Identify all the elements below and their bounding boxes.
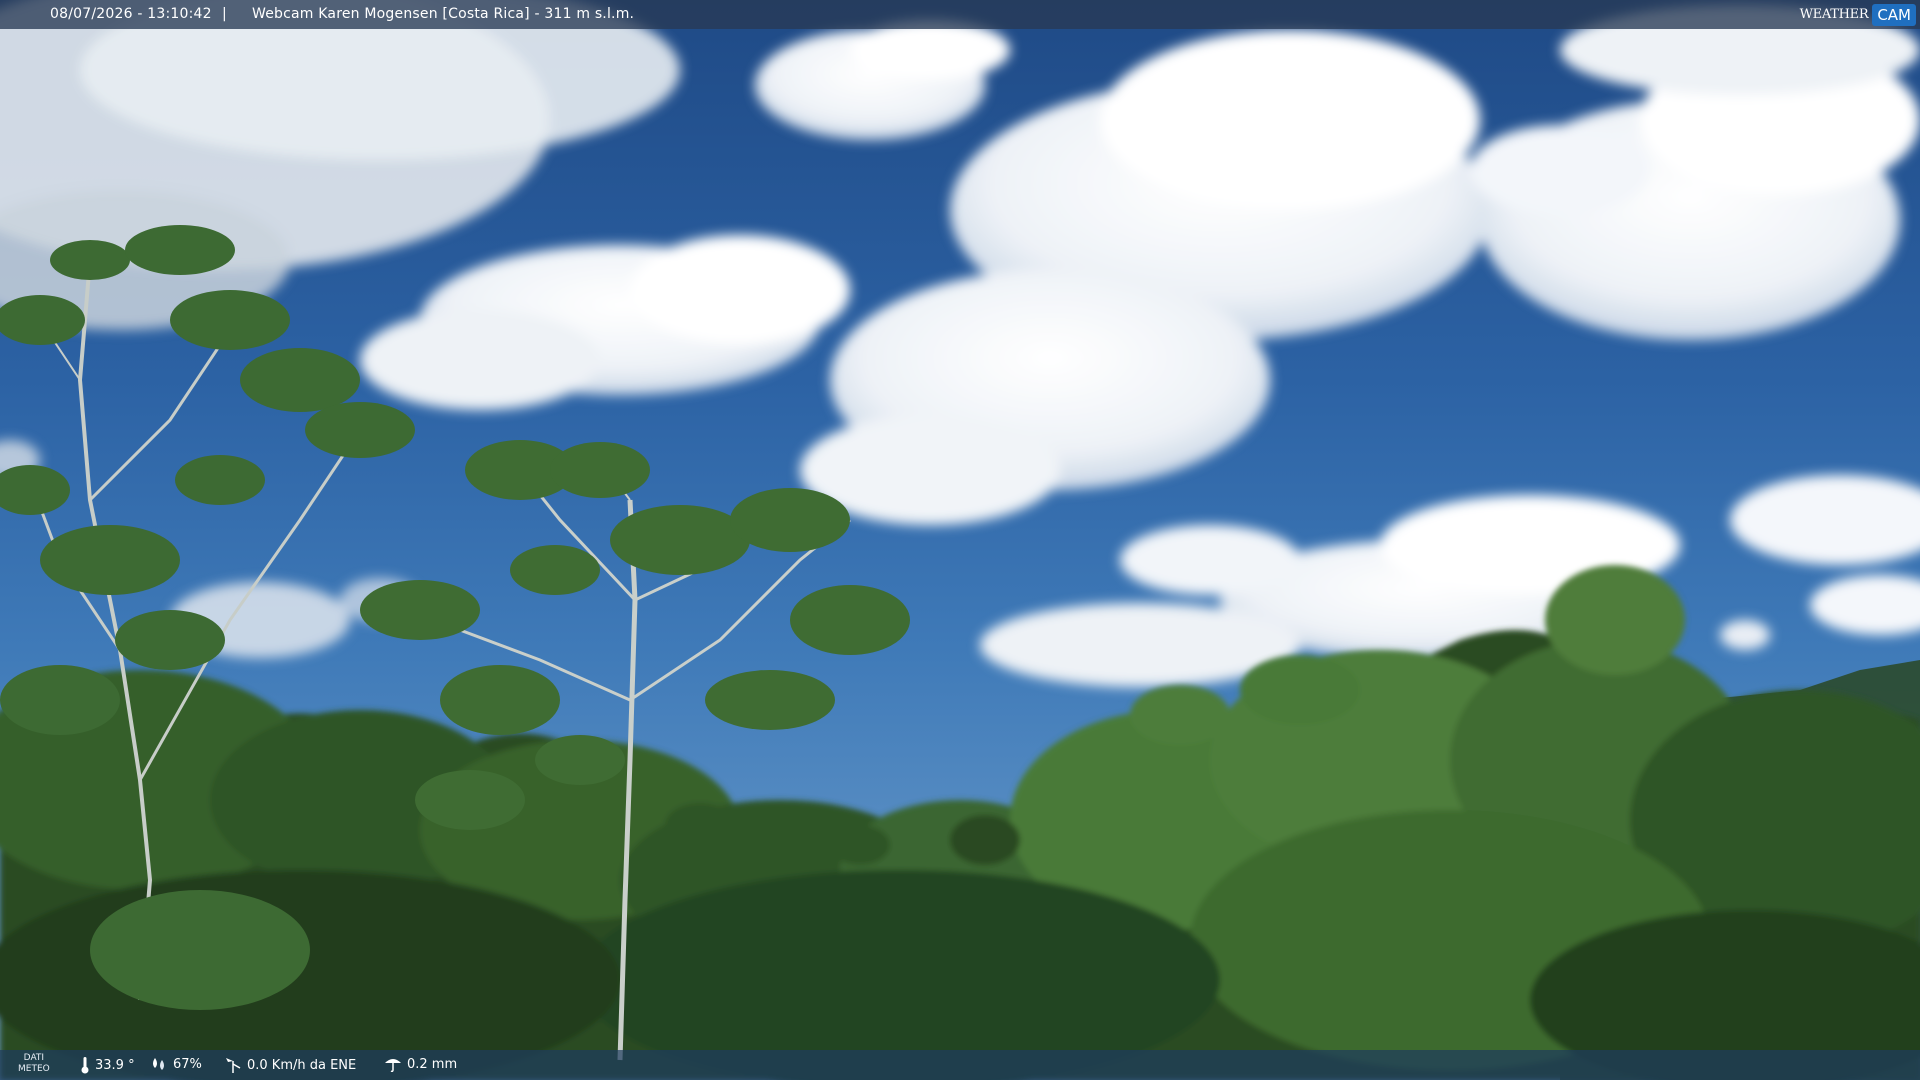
logo-text: WEATHER xyxy=(1799,7,1869,22)
temperature-readout: 33.9 ° xyxy=(80,1056,135,1074)
webcam-title: Webcam Karen Mogensen [Costa Rica] - 311… xyxy=(252,6,635,22)
temperature-value: 33.9 ° xyxy=(95,1057,135,1073)
weathercam-logo[interactable]: WEATHER CAM xyxy=(1800,0,1920,29)
humidity-value: 67% xyxy=(173,1056,202,1072)
top-info-bar: 08/07/2026 - 13:10:42 | Webcam Karen Mog… xyxy=(0,0,1920,29)
weather-data-label: DATI METEO xyxy=(18,1053,50,1074)
rain-value: 0.2 mm xyxy=(407,1056,458,1072)
separator: | xyxy=(222,6,227,22)
landscape-scene xyxy=(0,0,1920,1080)
thermometer-icon xyxy=(81,1057,89,1074)
webcam-frame: 08/07/2026 - 13:10:42 | Webcam Karen Mog… xyxy=(0,0,1920,1080)
timestamp: 08/07/2026 - 13:10:42 xyxy=(50,6,212,22)
wind-value: 0.0 Km/h da ENE xyxy=(247,1057,357,1073)
rain-readout: 0.2 mm xyxy=(384,1056,457,1072)
logo-cam: CAM xyxy=(1872,3,1916,26)
humidity-icon xyxy=(153,1058,164,1070)
wind-vane-icon xyxy=(226,1058,241,1073)
humidity-readout: 67% xyxy=(150,1056,202,1072)
wind-readout: 0.0 Km/h da ENE xyxy=(224,1056,356,1074)
weather-data-bar: DATI METEO 33.9 ° 67% 0.0 Km/h da ENE 0.… xyxy=(0,1050,1920,1080)
rain-gauge-icon xyxy=(385,1059,401,1072)
